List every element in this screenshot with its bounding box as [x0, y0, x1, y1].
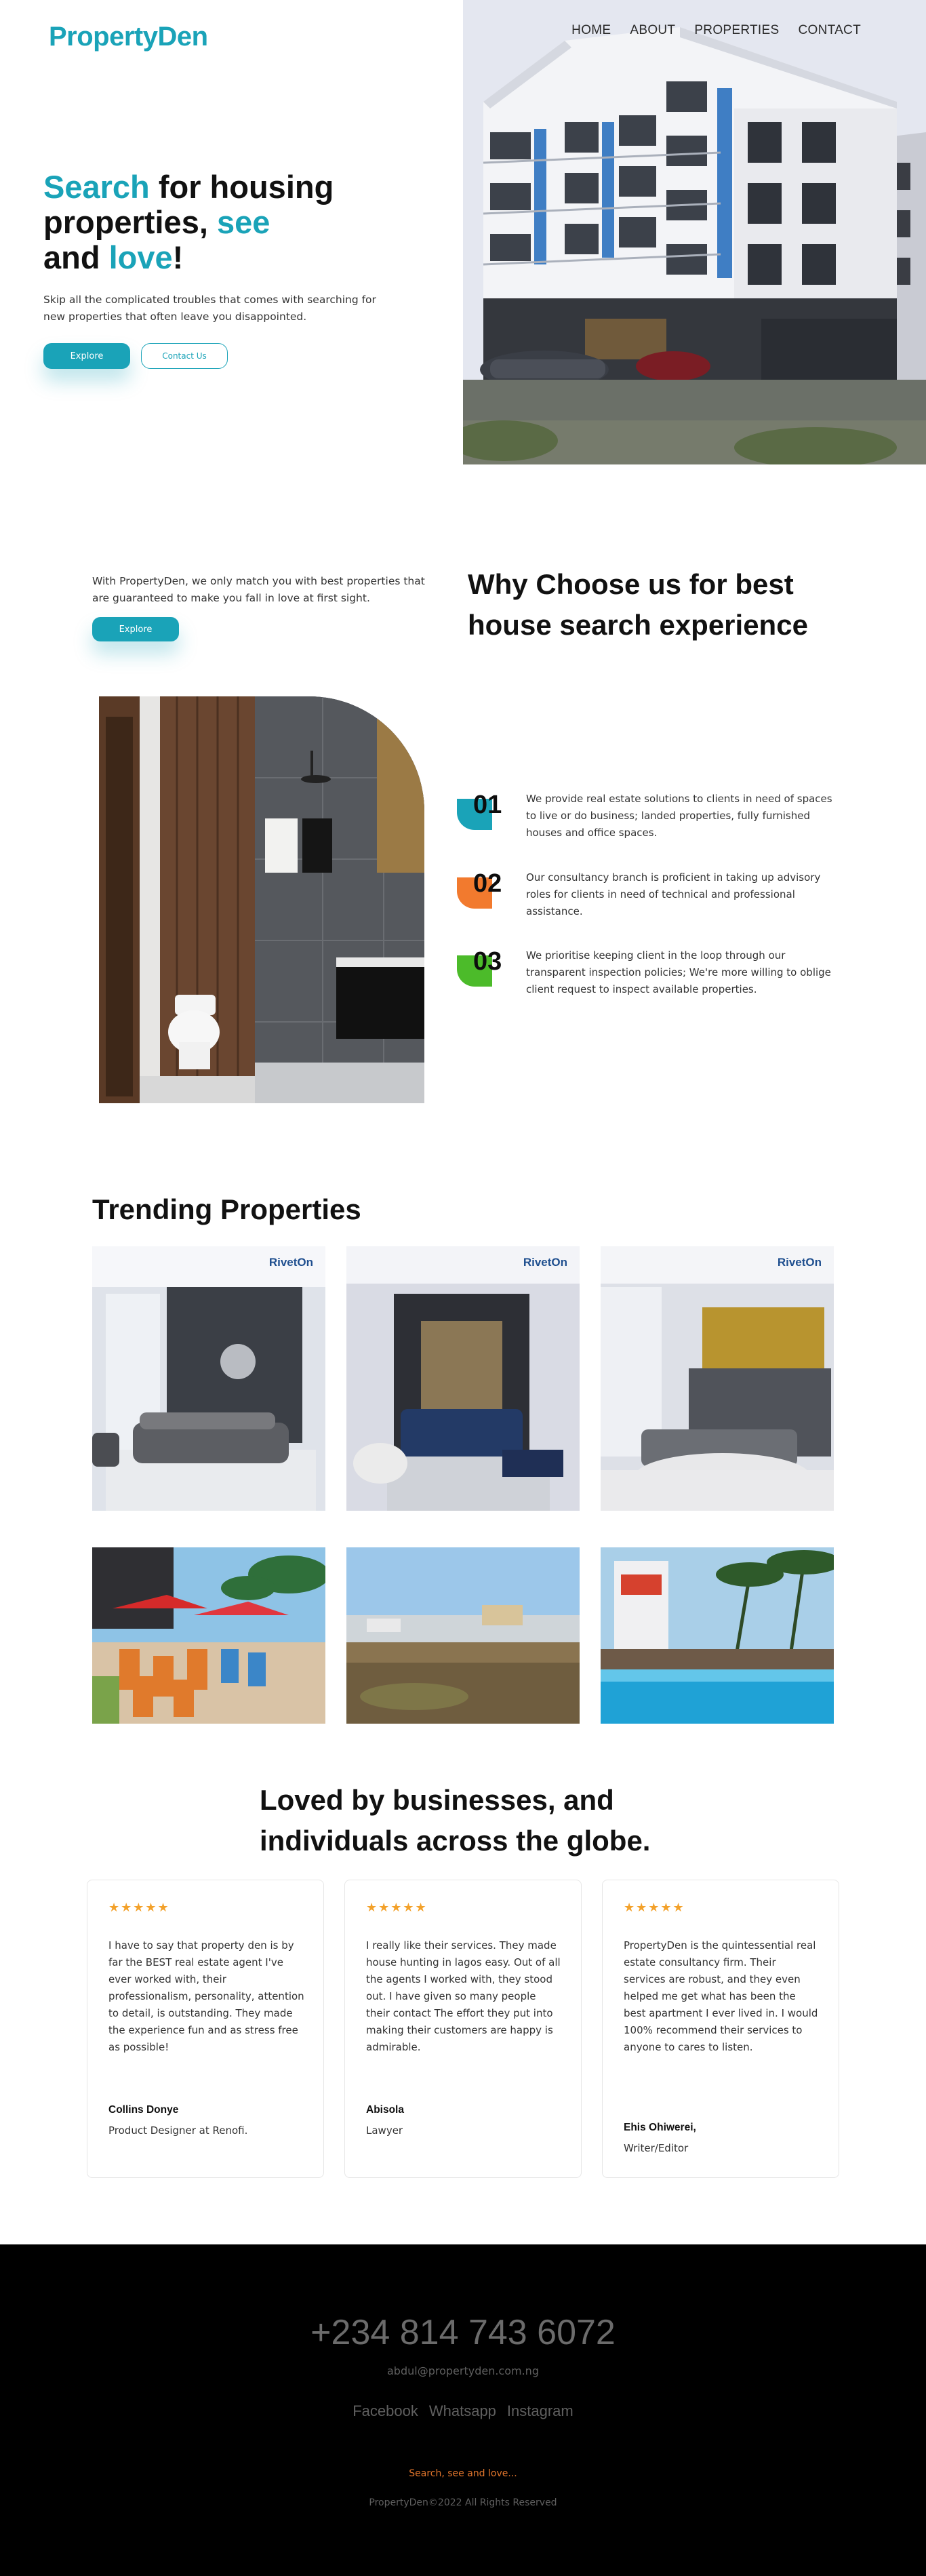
property-card-bedroom-1[interactable]: RivetOn [92, 1246, 325, 1511]
hero-title-exclaim: ! [172, 239, 184, 275]
feature-01: 01 We provide real estate solutions to c… [456, 791, 835, 852]
whatsapp-link[interactable]: Whatsapp [429, 2402, 496, 2420]
footer-phone[interactable]: +234 814 743 6072 [0, 2312, 926, 2353]
nav-contact[interactable]: CONTACT [798, 23, 861, 38]
hero-title-search: Search [43, 169, 150, 205]
why-intro: With PropertyDen, we only match you with… [92, 575, 425, 604]
feature-02-number: 02 [473, 869, 502, 898]
testimonial-card-2: ★★★★★ I really like their services. They… [344, 1880, 582, 2178]
property-card-bedroom-2[interactable]: RivetOn [346, 1246, 580, 1511]
main-nav: HOME ABOUT PROPERTIES CONTACT [571, 23, 861, 38]
testimonial-role-1: Product Designer at Renofi. [108, 2124, 248, 2137]
hero-subtitle: Skip all the complicated troubles that c… [43, 294, 376, 323]
rivet-watermark-3: RivetOn [777, 1256, 822, 1269]
testimonial-quote-2: I really like their services. They made … [366, 1939, 561, 2053]
feature-03-text: We prioritise keeping client in the loop… [526, 949, 831, 995]
land-image [346, 1547, 580, 1724]
nav-home[interactable]: HOME [571, 23, 611, 38]
hero-title: Search for housing properties, see and l… [43, 170, 396, 275]
bedroom-3-image [601, 1246, 834, 1511]
property-card-bedroom-3[interactable]: RivetOn [601, 1246, 834, 1511]
testimonial-name-3: Ehis Ohiwerei, [624, 2122, 696, 2133]
hero-title-love: love [108, 239, 173, 275]
testimonial-role-3: Writer/Editor [624, 2142, 689, 2154]
logo[interactable]: PropertyDen [49, 22, 208, 52]
feature-03: 03 We prioritise keeping client in the l… [456, 947, 835, 1008]
rivet-watermark-2: RivetOn [523, 1256, 567, 1269]
feature-02: 02 Our consultancy branch is proficient … [456, 869, 835, 930]
testimonial-role-2: Lawyer [366, 2124, 403, 2137]
testimonial-quote-3: PropertyDen is the quintessential real e… [624, 1939, 818, 2053]
feature-03-badge: 03 [456, 947, 502, 988]
footer-socials: Facebook Whatsapp Instagram [0, 2402, 926, 2420]
rating-stars-1: ★★★★★ [108, 1901, 170, 1915]
feature-02-text: Our consultancy branch is proficient in … [526, 871, 821, 917]
hero-section: PropertyDen HOME ABOUT PROPERTIES CONTAC… [0, 0, 926, 464]
footer-tagline: Search, see and love... [409, 2468, 517, 2479]
testimonial-name-1: Collins Donye [108, 2104, 179, 2116]
feature-01-badge: 01 [456, 791, 502, 831]
hero-explore-button[interactable]: Explore [43, 343, 130, 369]
why-title: Why Choose us for best house search expe… [468, 568, 808, 641]
property-card-land[interactable] [346, 1547, 580, 1724]
nav-about[interactable]: ABOUT [630, 23, 675, 38]
testimonial-quote-1: I have to say that property den is by fa… [108, 1939, 304, 2053]
facebook-link[interactable]: Facebook [353, 2402, 418, 2420]
feature-03-number: 03 [473, 947, 502, 976]
feature-01-number: 01 [473, 791, 502, 819]
restaurant-image [92, 1547, 325, 1724]
rating-stars-3: ★★★★★ [624, 1901, 685, 1915]
bathroom-illustration [99, 696, 424, 1103]
footer-copyright: PropertyDen©2022 All Rights Reserved [369, 2497, 557, 2508]
trending-title: Trending Properties [92, 1193, 361, 1225]
bathroom-image [99, 696, 424, 1103]
testimonial-card-1: ★★★★★ I have to say that property den is… [87, 1880, 324, 2178]
testimonials-title: Loved by businesses, and individuals acr… [260, 1784, 651, 1857]
feature-01-text: We provide real estate solutions to clie… [526, 793, 832, 839]
testimonial-name-2: Abisola [366, 2104, 404, 2116]
footer-email[interactable]: abdul@propertyden.com.ng [0, 2364, 926, 2377]
rivet-watermark-1: RivetOn [268, 1256, 313, 1269]
why-explore-button[interactable]: Explore [92, 617, 179, 641]
instagram-link[interactable]: Instagram [507, 2402, 573, 2420]
footer: +234 814 743 6072 abdul@propertyden.com.… [0, 2244, 926, 2576]
nav-properties[interactable]: PROPERTIES [694, 23, 779, 38]
property-card-restaurant[interactable] [92, 1547, 325, 1724]
rating-stars-2: ★★★★★ [366, 1901, 428, 1915]
pool-image [601, 1547, 834, 1724]
hero-title-see: see [216, 204, 270, 240]
feature-02-badge: 02 [456, 869, 502, 910]
property-card-pool[interactable] [601, 1547, 834, 1724]
bedroom-1-image [92, 1246, 325, 1511]
page: PropertyDen HOME ABOUT PROPERTIES CONTAC… [0, 0, 926, 2576]
building-illustration [463, 0, 926, 464]
hero-title-and: and [43, 239, 109, 275]
hero-contact-button[interactable]: Contact Us [141, 343, 228, 369]
bedroom-2-image [346, 1246, 580, 1511]
hero-building-image [463, 0, 926, 464]
testimonial-card-3: ★★★★★ PropertyDen is the quintessential … [602, 1880, 839, 2178]
